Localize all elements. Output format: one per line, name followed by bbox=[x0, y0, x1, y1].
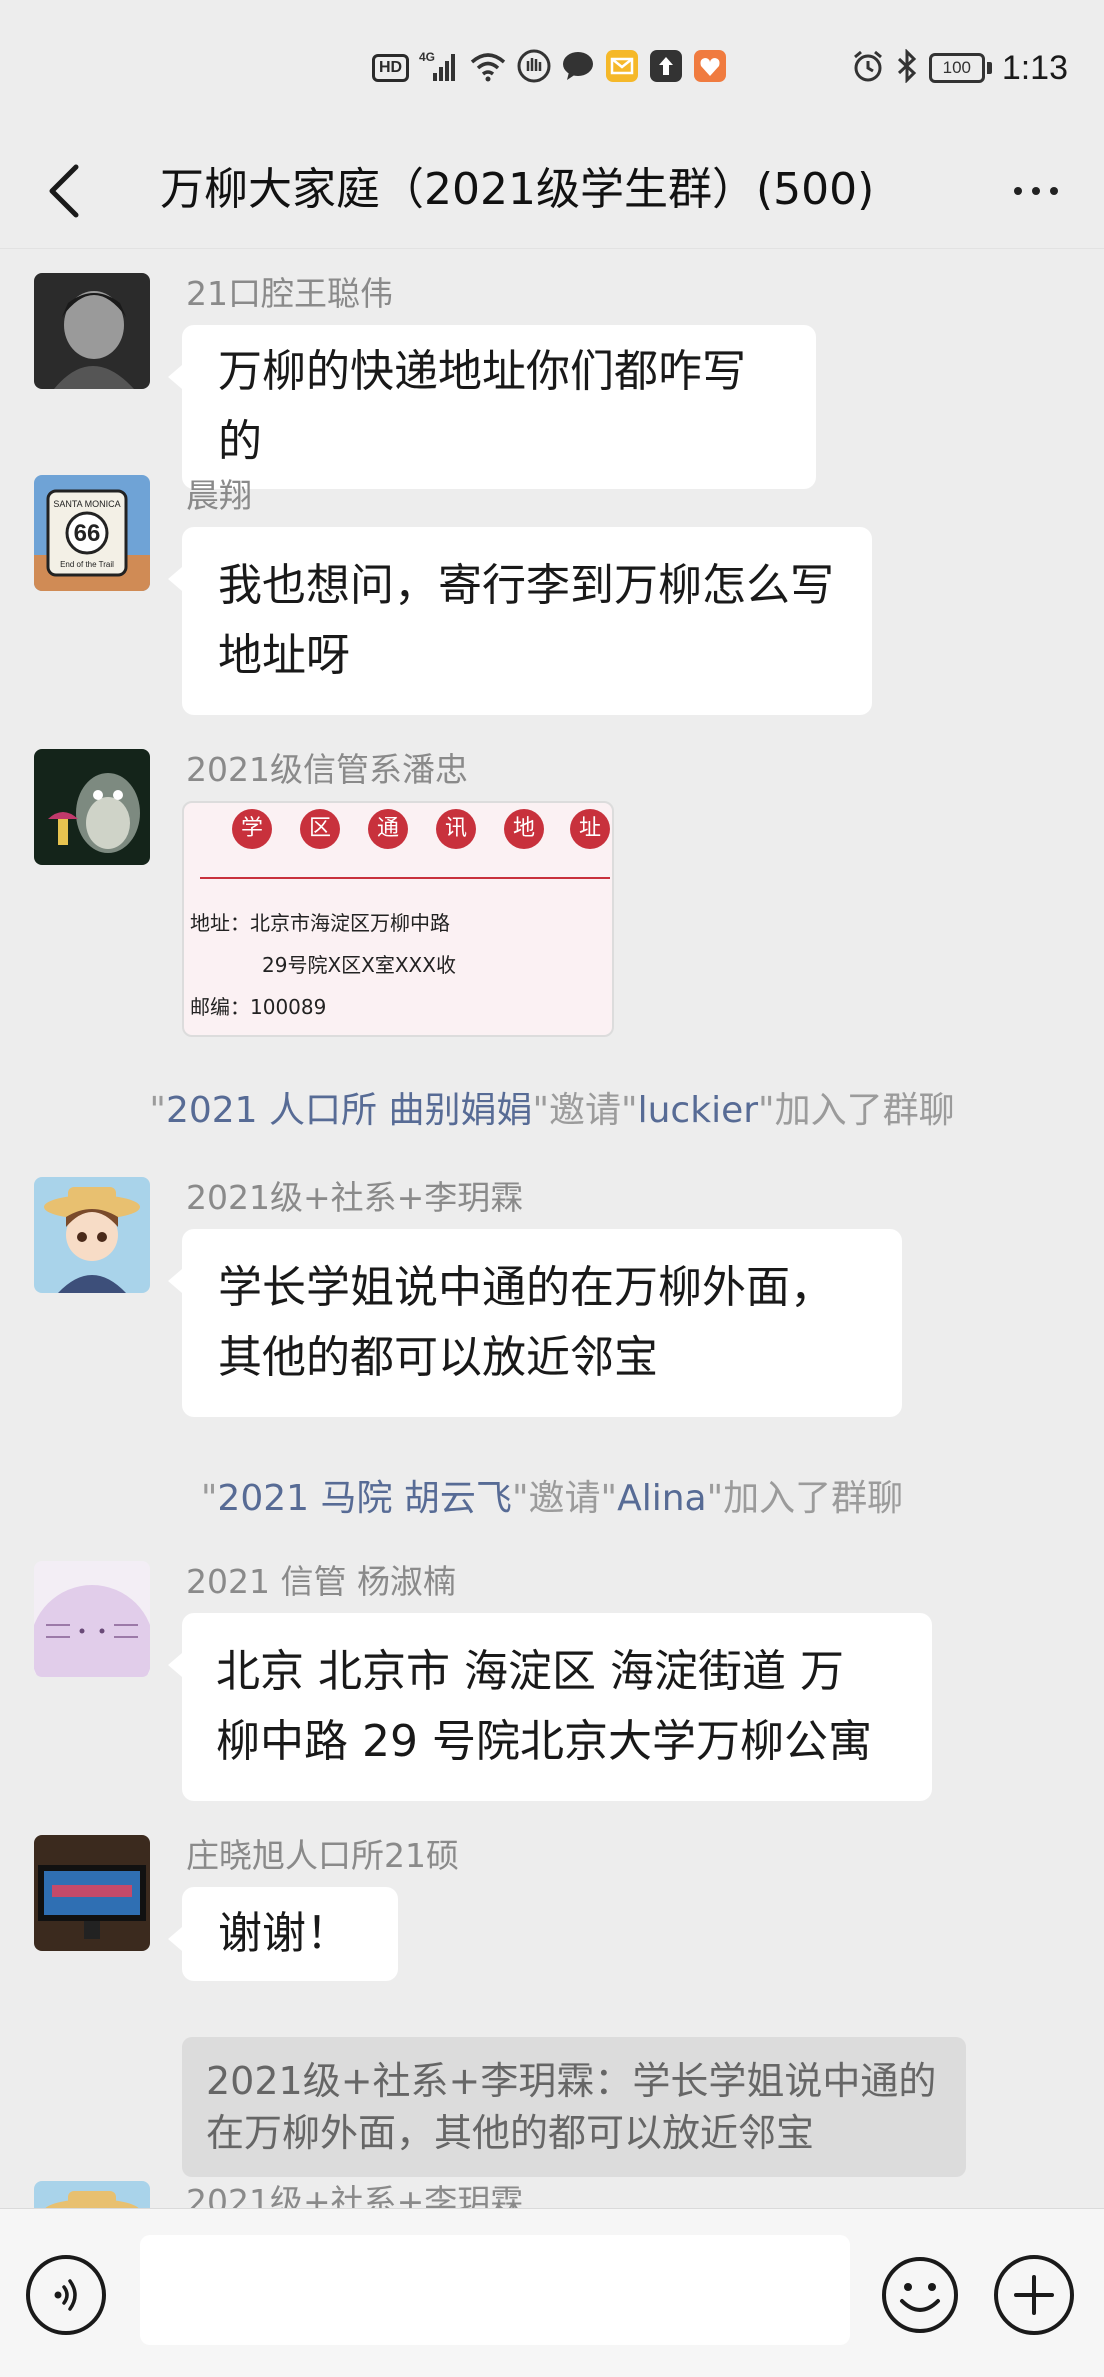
avatar-sign-top: SANTA MONICA bbox=[53, 499, 120, 509]
battery-level: 100 bbox=[928, 53, 985, 83]
avatar[interactable] bbox=[34, 1177, 150, 1293]
card-address-line: 地址：北京市海淀区万柳中路 bbox=[190, 911, 450, 935]
message-text-line: 我也想问，寄行李到万柳怎么写 bbox=[218, 560, 834, 611]
card-postcode: 邮编：100089 bbox=[190, 995, 327, 1019]
sender-name: 庄晓旭人口所21硕 bbox=[186, 1836, 459, 1875]
voice-button[interactable] bbox=[26, 2255, 106, 2335]
stamp-circle: 地 bbox=[504, 809, 544, 849]
image-message[interactable]: 学 区 通 讯 地 址 地址：北京市海淀区万柳中路 29号院X区X室XXX收 邮… bbox=[182, 801, 614, 1037]
emoji-icon bbox=[882, 2257, 958, 2333]
status-bar: HD 4G 100 1:13 bbox=[0, 0, 1104, 132]
status-icons-right: 100 1:13 bbox=[851, 46, 1068, 90]
avatar-sign-number: 66 bbox=[74, 520, 101, 547]
sender-name: 21口腔王聪伟 bbox=[186, 274, 393, 313]
notice-quote: " bbox=[200, 1478, 218, 1519]
more-actions-button[interactable] bbox=[994, 2255, 1074, 2335]
stamp-circle: 通 bbox=[368, 809, 408, 849]
avatar[interactable]: SANTA MONICA 66 End of the Trail bbox=[34, 475, 150, 591]
more-dot bbox=[1032, 187, 1040, 195]
more-dot bbox=[1050, 187, 1058, 195]
sender-name: 2021级+社系+李玥霖 bbox=[186, 1178, 524, 1217]
message-bubble[interactable]: 学长学姐说中通的在万柳外面， 其他的都可以放近邻宝 bbox=[168, 1229, 902, 1417]
message-text: 谢谢！ bbox=[218, 1908, 350, 1959]
more-button[interactable] bbox=[996, 146, 1076, 236]
sender-name: 晨翔 bbox=[186, 476, 252, 515]
chat-header: 万柳大家庭（2021级学生群）(500) bbox=[0, 132, 1104, 248]
notice-invitee-link[interactable]: luckier bbox=[638, 1090, 758, 1131]
notice-invitee-link[interactable]: Alina bbox=[617, 1478, 707, 1519]
notice-quote: " bbox=[149, 1090, 166, 1131]
message-bubble[interactable]: 万柳的快递地址你们都咋写的 bbox=[168, 325, 816, 489]
upload-icon bbox=[649, 49, 683, 87]
hd-badge: HD bbox=[372, 54, 410, 82]
chevron-left-icon bbox=[49, 164, 79, 218]
message-text-line: 其他的都可以放近邻宝 bbox=[218, 1332, 658, 1383]
message-bubble[interactable]: 谢谢！ bbox=[168, 1887, 398, 1981]
card-divider bbox=[200, 877, 610, 879]
page-title: 万柳大家庭（2021级学生群）(500) bbox=[160, 164, 875, 215]
health-icon bbox=[693, 49, 727, 87]
message-text: 万柳的快递地址你们都咋写的 bbox=[218, 346, 746, 467]
battery-tip bbox=[986, 62, 992, 74]
notice-text: "邀请" bbox=[532, 1090, 638, 1131]
chat-bubble-icon bbox=[561, 50, 595, 86]
chat-messages[interactable]: 21口腔王聪伟 万柳的快递地址你们都咋写的 SANTA MONICA 66 En… bbox=[0, 248, 1104, 2209]
bluetooth-icon bbox=[895, 48, 919, 87]
stamp-circle: 区 bbox=[300, 809, 340, 849]
sender-name: 2021级+社系+李玥霖 bbox=[186, 2182, 524, 2209]
mail-icon bbox=[605, 49, 639, 87]
alarm-icon bbox=[851, 49, 885, 87]
card-address-line: 29号院X区X室XXX收 bbox=[262, 953, 456, 977]
avatar-sign-bottom: End of the Trail bbox=[60, 560, 114, 569]
network-type-label: 4G bbox=[419, 50, 435, 64]
avatar[interactable] bbox=[34, 273, 150, 389]
avatar[interactable] bbox=[34, 1835, 150, 1951]
notice-inviter-link[interactable]: 2021 人口所 曲别娟娟 bbox=[166, 1090, 533, 1131]
message-text-line: 北京 北京市 海淀区 海淀街道 万 bbox=[216, 1646, 844, 1697]
stamp-circle: 讯 bbox=[436, 809, 476, 849]
sender-name: 2021 信管 杨淑楠 bbox=[186, 1562, 456, 1601]
notice-text: "加入了群聊 bbox=[706, 1478, 904, 1519]
avatar[interactable] bbox=[34, 749, 150, 865]
back-button[interactable] bbox=[34, 146, 94, 236]
message-bubble[interactable]: 我也想问，寄行李到万柳怎么写 地址呀 bbox=[168, 527, 872, 715]
system-notice: "2021 马院 胡云飞"邀请"Alina"加入了群聊 bbox=[0, 1469, 1104, 1521]
message-text-line: 柳中路 29 号院北京大学万柳公寓 bbox=[216, 1716, 872, 1767]
signal-icon: 4G bbox=[419, 49, 459, 87]
system-notice: "2021 人口所 曲别娟娟"邀请"luckier"加入了群聊 bbox=[0, 1081, 1104, 1133]
message-text-line: 学长学姐说中通的在万柳外面， bbox=[218, 1262, 834, 1313]
voice-icon bbox=[54, 2279, 77, 2311]
status-icons-left: HD 4G bbox=[372, 48, 727, 88]
quote-text-line: 2021级+社系+李玥霖：学长学姐说中通的 bbox=[206, 2059, 937, 2103]
message-bubble[interactable]: 北京 北京市 海淀区 海淀街道 万 柳中路 29 号院北京大学万柳公寓 bbox=[168, 1613, 932, 1801]
message-input[interactable] bbox=[140, 2235, 850, 2345]
avatar[interactable] bbox=[34, 2181, 150, 2209]
status-time: 1:13 bbox=[1001, 48, 1068, 87]
emoji-button[interactable] bbox=[880, 2255, 960, 2335]
more-dots-icon bbox=[1014, 187, 1022, 195]
stamp-circle: 学 bbox=[232, 809, 272, 849]
sender-name: 2021级信管系潘忠 bbox=[186, 750, 468, 789]
input-bar bbox=[0, 2208, 1104, 2377]
wifi-icon bbox=[469, 50, 507, 86]
notice-text: "邀请" bbox=[511, 1478, 618, 1519]
message-text-line: 地址呀 bbox=[218, 630, 350, 681]
avatar[interactable] bbox=[34, 1561, 150, 1677]
plus-icon bbox=[1014, 2275, 1054, 2315]
battery-indicator: 100 bbox=[928, 53, 992, 83]
notice-text: "加入了群聊 bbox=[758, 1090, 955, 1131]
notice-inviter-link[interactable]: 2021 马院 胡云飞 bbox=[217, 1478, 512, 1519]
stamp-circle: 址 bbox=[570, 809, 610, 849]
quoted-message[interactable]: 2021级+社系+李玥霖：学长学姐说中通的 在万柳外面，其他的都可以放近邻宝 bbox=[182, 2037, 966, 2177]
quote-text-line: 在万柳外面，其他的都可以放近邻宝 bbox=[206, 2111, 815, 2155]
hand-icon bbox=[517, 49, 551, 87]
